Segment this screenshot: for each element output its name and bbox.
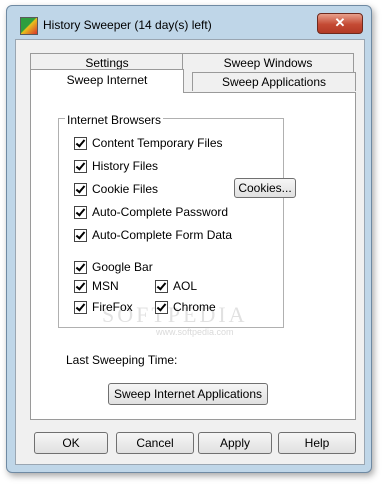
checkbox-label: Content Temporary Files — [92, 136, 223, 150]
msn-checkbox[interactable]: MSN — [74, 279, 119, 293]
checkbox-check-icon — [155, 300, 168, 314]
checkbox-label: Auto-Complete Password — [92, 205, 229, 219]
tab-sweep-windows[interactable]: Sweep Windows — [182, 53, 354, 72]
checkbox-check-icon — [74, 182, 87, 196]
close-button[interactable]: ✕ — [317, 13, 363, 34]
window-title: History Sweeper (14 day(s) left) — [43, 18, 212, 32]
cancel-button[interactable]: Cancel — [116, 432, 194, 454]
checkbox-label: MSN — [92, 279, 119, 293]
tab-sweep-applications[interactable]: Sweep Applications — [192, 72, 356, 91]
checkbox-label: Chrome — [173, 300, 216, 314]
title-bar[interactable]: History Sweeper (14 day(s) left) ✕ — [7, 6, 371, 36]
checkbox-check-icon — [74, 136, 87, 150]
cookies-button[interactable]: Cookies... — [234, 178, 296, 198]
checkbox-label: AOL — [173, 279, 198, 293]
checkbox-check-icon — [74, 159, 87, 173]
sweep-internet-applications-button[interactable]: Sweep Internet Applications — [108, 383, 268, 405]
content-temporary-files-checkbox[interactable]: Content Temporary Files — [74, 136, 223, 150]
ok-button[interactable]: OK — [34, 432, 108, 454]
cookie-files-checkbox[interactable]: Cookie Files — [74, 182, 158, 196]
chrome-checkbox[interactable]: Chrome — [155, 300, 216, 314]
checkbox-label: Cookie Files — [92, 182, 159, 196]
dialog-client-area: Settings Sweep Windows Sweep Application… — [15, 39, 365, 465]
checkbox-check-icon — [74, 260, 87, 274]
checkbox-check-icon — [74, 228, 87, 242]
aol-checkbox[interactable]: AOL — [155, 279, 197, 293]
history-sweeper-app-icon — [20, 17, 38, 35]
tab-sweep-internet[interactable]: Sweep Internet — [30, 69, 184, 93]
help-button[interactable]: Help — [278, 432, 356, 454]
checkbox-label: Auto-Complete Form Data — [92, 228, 233, 242]
checkbox-check-icon — [74, 205, 87, 219]
history-files-checkbox[interactable]: History Files — [74, 159, 158, 173]
group-title: Internet Browsers — [65, 113, 164, 127]
auto-complete-password-checkbox[interactable]: Auto-Complete Password — [74, 205, 228, 219]
checkbox-label: History Files — [92, 159, 159, 173]
google-bar-checkbox[interactable]: Google Bar — [74, 260, 153, 274]
firefox-checkbox[interactable]: FireFox — [74, 300, 133, 314]
checkbox-label: Google Bar — [92, 260, 153, 274]
apply-button[interactable]: Apply — [198, 432, 272, 454]
checkbox-check-icon — [74, 300, 87, 314]
checkbox-label: FireFox — [92, 300, 133, 314]
last-sweeping-time-label: Last Sweeping Time: — [66, 353, 178, 367]
auto-complete-form-data-checkbox[interactable]: Auto-Complete Form Data — [74, 228, 232, 242]
softpedia-watermark-url: www.softpedia.com — [156, 327, 234, 337]
app-window: History Sweeper (14 day(s) left) ✕ Setti… — [6, 5, 372, 473]
checkbox-check-icon — [74, 279, 87, 293]
checkbox-check-icon — [155, 279, 168, 293]
